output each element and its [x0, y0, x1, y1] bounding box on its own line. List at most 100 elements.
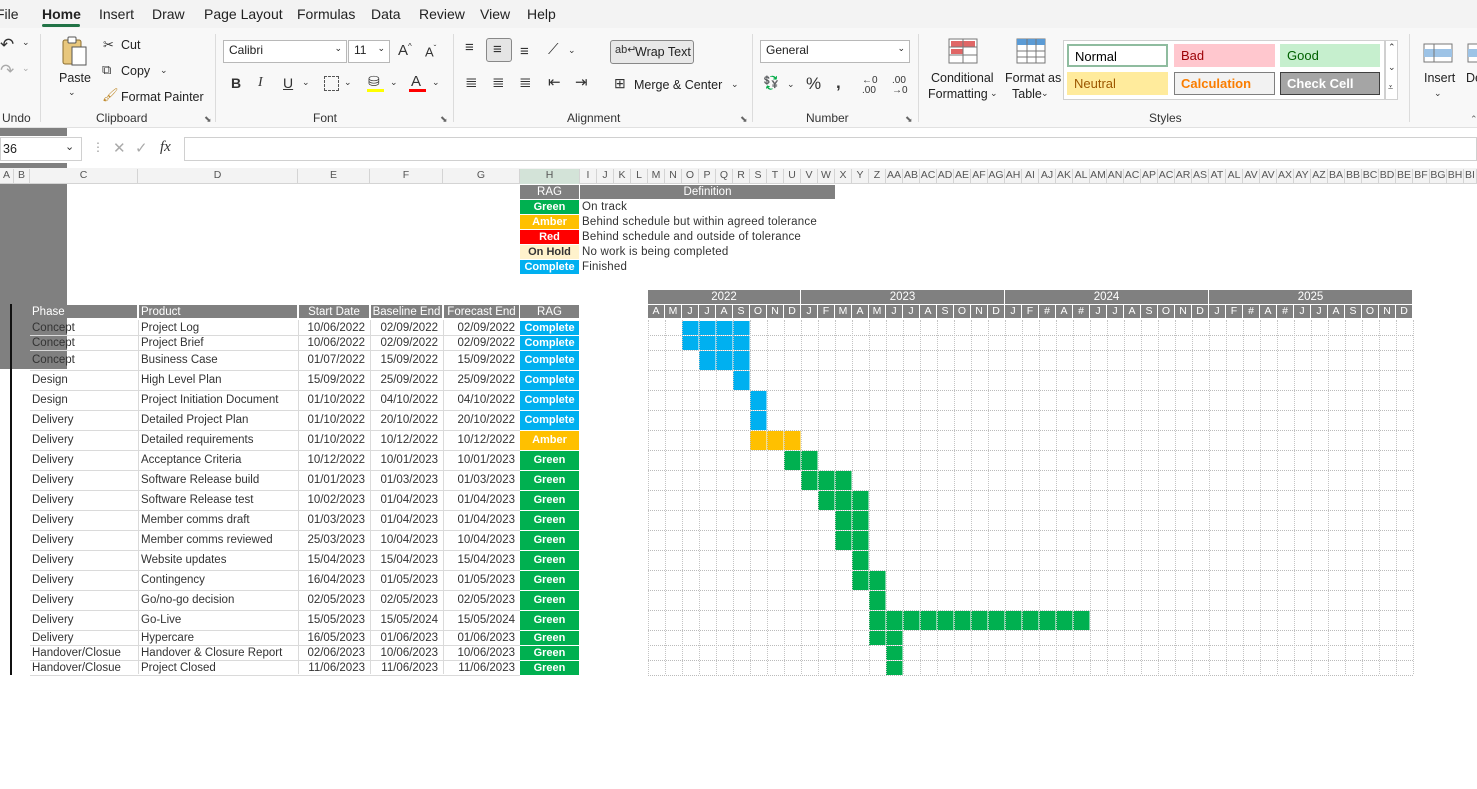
cell-style-check-cell[interactable]: Check Cell: [1280, 72, 1380, 95]
cell-baseline-end[interactable]: 10/04/2023: [371, 533, 442, 547]
cell-start-date[interactable]: 10/06/2022: [299, 336, 369, 350]
cell-rag-amber[interactable]: Amber: [520, 431, 579, 450]
decrease-decimal-icon[interactable]: .00 →0: [892, 76, 908, 96]
cell-baseline-end[interactable]: 11/06/2023: [371, 661, 442, 675]
cell-product[interactable]: Member comms reviewed: [141, 533, 296, 547]
cell-start-date[interactable]: 01/10/2022: [299, 413, 369, 427]
cell-phase[interactable]: Delivery: [32, 433, 136, 447]
cell-rag-complete[interactable]: Complete: [520, 391, 579, 410]
align-left-icon[interactable]: ≣: [465, 75, 478, 90]
comma-style-icon[interactable]: ,: [836, 74, 841, 91]
cell-product[interactable]: Hypercare: [141, 631, 296, 645]
cell-product[interactable]: Project Initiation Document: [141, 393, 296, 407]
underline-icon[interactable]: U: [283, 76, 293, 90]
column-header-ba[interactable]: BA: [1328, 169, 1345, 184]
column-header-k[interactable]: K: [614, 169, 631, 184]
copy-dropdown-icon[interactable]: ⌄: [160, 66, 168, 75]
cell-rag-green[interactable]: Green: [520, 661, 579, 675]
cell-baseline-end[interactable]: 01/04/2023: [371, 493, 442, 507]
cell-forecast-end[interactable]: 02/09/2022: [444, 321, 519, 335]
column-header-av[interactable]: AV: [1243, 169, 1260, 184]
gallery-more-icon[interactable]: ⩡: [1388, 83, 1393, 92]
cell-rag-green[interactable]: Green: [520, 631, 579, 645]
cell-product[interactable]: Go-Live: [141, 613, 296, 627]
cell-start-date[interactable]: 10/06/2022: [299, 321, 369, 335]
cell-phase[interactable]: Delivery: [32, 493, 136, 507]
cell-style-normal[interactable]: Normal: [1067, 44, 1168, 67]
cell-forecast-end[interactable]: 11/06/2023: [444, 661, 519, 675]
cell-style-neutral[interactable]: Neutral: [1067, 72, 1168, 95]
cell-forecast-end[interactable]: 10/06/2023: [444, 646, 519, 660]
formula-input[interactable]: [184, 137, 1477, 161]
cell-start-date[interactable]: 02/05/2023: [299, 593, 369, 607]
menu-item-insert[interactable]: Insert: [99, 6, 134, 22]
column-header-am[interactable]: AM: [1090, 169, 1107, 184]
cell-product[interactable]: Project Closed: [141, 661, 296, 675]
column-header-ac[interactable]: AC: [1124, 169, 1141, 184]
cell-start-date[interactable]: 15/04/2023: [299, 553, 369, 567]
bold-icon[interactable]: B: [231, 76, 241, 90]
column-header-g[interactable]: G: [443, 169, 520, 184]
insert-cells-icon[interactable]: [1422, 40, 1454, 66]
column-header-af[interactable]: AF: [971, 169, 988, 184]
number-format-select[interactable]: General ⌄: [760, 40, 910, 63]
cell-phase[interactable]: Handover/Closue: [32, 661, 136, 675]
column-header-j[interactable]: J: [597, 169, 614, 184]
cell-baseline-end[interactable]: 15/05/2024: [371, 613, 442, 627]
cell-product[interactable]: Software Release test: [141, 493, 296, 507]
cell-baseline-end[interactable]: 04/10/2022: [371, 393, 442, 407]
borders-icon[interactable]: [324, 76, 339, 91]
column-header-aj[interactable]: AJ: [1039, 169, 1056, 184]
cell-phase[interactable]: Delivery: [32, 473, 136, 487]
wrap-text-button[interactable]: ab↵ Wrap Text: [610, 40, 694, 64]
column-header-aa[interactable]: AA: [886, 169, 903, 184]
cell-product[interactable]: Project Log: [141, 321, 296, 335]
cell-style-calculation[interactable]: Calculation: [1174, 72, 1275, 95]
column-header-n[interactable]: N: [665, 169, 682, 184]
cell-phase[interactable]: Design: [32, 393, 136, 407]
cell-rag-green[interactable]: Green: [520, 551, 579, 570]
cell-phase[interactable]: Concept: [32, 321, 136, 335]
font-launcher-icon[interactable]: ⬊: [440, 114, 448, 125]
cell-phase[interactable]: Delivery: [32, 533, 136, 547]
fill-dropdown-icon[interactable]: ⌄: [390, 78, 398, 87]
cell-forecast-end[interactable]: 15/05/2024: [444, 613, 519, 627]
cell-phase[interactable]: Delivery: [32, 413, 136, 427]
column-header-as[interactable]: AS: [1192, 169, 1209, 184]
scroll-down-icon[interactable]: ⌄: [1388, 63, 1396, 72]
format-as-table-label-1[interactable]: Format as: [1005, 71, 1061, 85]
font-name-select[interactable]: Calibri ⌄: [223, 40, 347, 63]
column-header-ak[interactable]: AK: [1056, 169, 1073, 184]
cell-start-date[interactable]: 01/10/2022: [299, 393, 369, 407]
column-header-l[interactable]: L: [631, 169, 648, 184]
function-icon[interactable]: fx: [160, 140, 171, 155]
cell-rag-green[interactable]: Green: [520, 646, 579, 660]
cell-rag-complete[interactable]: Complete: [520, 351, 579, 370]
column-header-bb[interactable]: BB: [1345, 169, 1362, 184]
cell-start-date[interactable]: 16/05/2023: [299, 631, 369, 645]
styles-scrollbar[interactable]: ⌃ ⌄ ⩡: [1385, 40, 1398, 100]
column-header-t[interactable]: T: [767, 169, 784, 184]
cell-start-date[interactable]: 01/01/2023: [299, 473, 369, 487]
merge-dropdown-icon[interactable]: ⌄: [731, 80, 739, 89]
cell-forecast-end[interactable]: 25/09/2022: [444, 373, 519, 387]
cell-phase[interactable]: Delivery: [32, 573, 136, 587]
cell-rag-complete[interactable]: Complete: [520, 336, 579, 350]
cell-phase[interactable]: Concept: [32, 336, 136, 350]
cell-baseline-end[interactable]: 01/04/2023: [371, 513, 442, 527]
cell-rag-green[interactable]: Green: [520, 611, 579, 630]
column-header-o[interactable]: O: [682, 169, 699, 184]
cell-forecast-end[interactable]: 01/06/2023: [444, 631, 519, 645]
column-header-p[interactable]: P: [699, 169, 716, 184]
cell-baseline-end[interactable]: 02/09/2022: [371, 336, 442, 350]
cell-baseline-end[interactable]: 02/09/2022: [371, 321, 442, 335]
cell-forecast-end[interactable]: 02/05/2023: [444, 593, 519, 607]
redo-dropdown-icon[interactable]: ⌄: [22, 64, 30, 73]
column-header-at[interactable]: AT: [1209, 169, 1226, 184]
cell-baseline-end[interactable]: 20/10/2022: [371, 413, 442, 427]
cell-rag-green[interactable]: Green: [520, 571, 579, 590]
cell-product[interactable]: High Level Plan: [141, 373, 296, 387]
paste-icon[interactable]: [60, 36, 88, 68]
insert-dropdown-icon[interactable]: ⌄: [1434, 89, 1442, 98]
cell-style-bad[interactable]: Bad: [1174, 44, 1275, 67]
